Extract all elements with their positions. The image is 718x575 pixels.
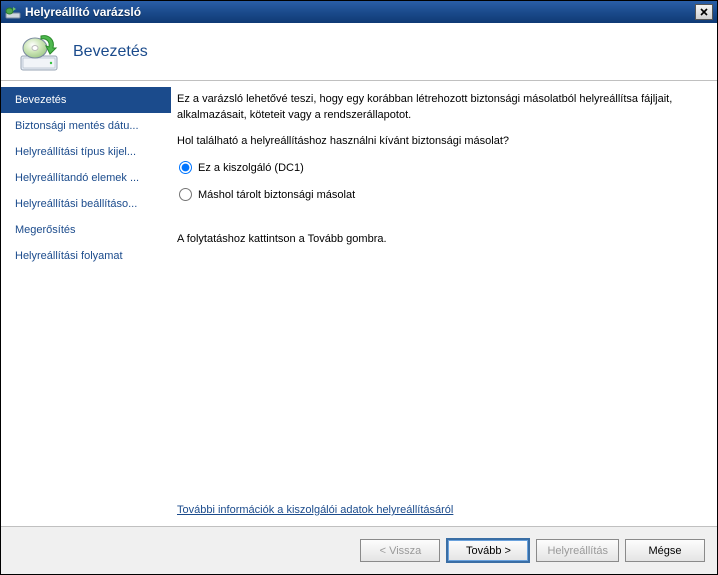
body: Bevezetés Biztonsági mentés dátu... Hely… bbox=[1, 81, 717, 526]
back-button: < Vissza bbox=[360, 539, 440, 562]
cancel-button[interactable]: Mégse bbox=[625, 539, 705, 562]
page-title: Bevezetés bbox=[73, 43, 148, 61]
step-items[interactable]: Helyreállítandó elemek ... bbox=[1, 165, 171, 191]
spacer bbox=[177, 245, 697, 504]
radio-this-server[interactable] bbox=[179, 161, 192, 174]
intro-text: Ez a varázsló lehetővé teszi, hogy egy k… bbox=[177, 91, 697, 123]
footer-buttons: < Vissza Tovább > Helyreállítás Mégse bbox=[1, 526, 717, 574]
step-backup-date[interactable]: Biztonsági mentés dátu... bbox=[1, 113, 171, 139]
radio-elsewhere[interactable] bbox=[179, 188, 192, 201]
header-icon bbox=[17, 30, 61, 74]
backup-location-question: Hol található a helyreállításhoz használ… bbox=[177, 135, 697, 147]
step-recovery-type[interactable]: Helyreállítási típus kijel... bbox=[1, 139, 171, 165]
close-button[interactable] bbox=[695, 4, 713, 20]
radio-elsewhere-label: Máshol tárolt biztonsági másolat bbox=[198, 189, 355, 201]
step-confirm[interactable]: Megerősítés bbox=[1, 217, 171, 243]
titlebar: Helyreállító varázsló bbox=[1, 1, 717, 23]
wizard-window: Helyreállító varázsló bbox=[0, 0, 718, 575]
recover-button: Helyreállítás bbox=[536, 539, 619, 562]
content-pane: Ez a varázsló lehetővé teszi, hogy egy k… bbox=[171, 81, 717, 526]
continue-instruction: A folytatáshoz kattintson a Tovább gombr… bbox=[177, 233, 697, 245]
window-title: Helyreállító varázsló bbox=[25, 5, 695, 19]
more-info-link[interactable]: További információk a kiszolgálói adatok… bbox=[177, 504, 453, 516]
step-progress[interactable]: Helyreállítási folyamat bbox=[1, 243, 171, 269]
step-bevezetes[interactable]: Bevezetés bbox=[1, 87, 171, 113]
radio-elsewhere-row[interactable]: Máshol tárolt biztonsági másolat bbox=[179, 188, 697, 201]
sidebar: Bevezetés Biztonsági mentés dátu... Hely… bbox=[1, 81, 171, 526]
radio-this-server-label: Ez a kiszolgáló (DC1) bbox=[198, 162, 304, 174]
next-button[interactable]: Tovább > bbox=[446, 538, 530, 563]
radio-this-server-row[interactable]: Ez a kiszolgáló (DC1) bbox=[179, 161, 697, 174]
app-icon bbox=[5, 4, 21, 20]
header-band: Bevezetés bbox=[1, 23, 717, 81]
step-options[interactable]: Helyreállítási beállításo... bbox=[1, 191, 171, 217]
